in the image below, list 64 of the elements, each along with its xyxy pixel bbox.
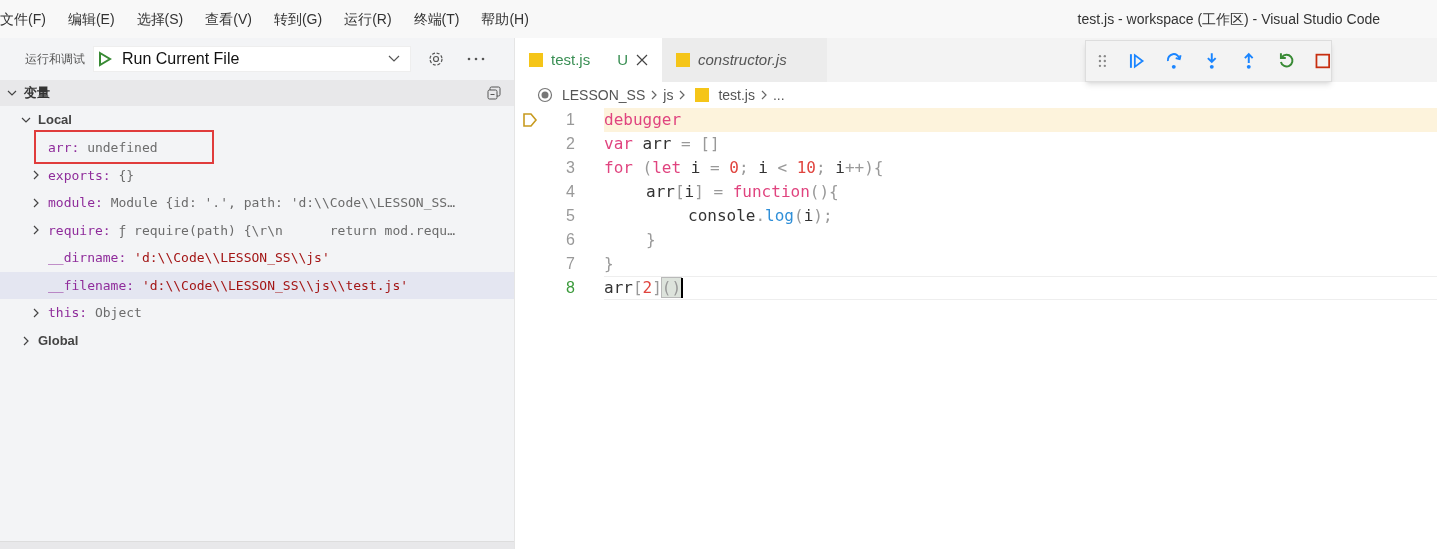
- line-number: 6: [565, 230, 575, 250]
- target-icon: [537, 87, 553, 103]
- line-number: 3: [565, 158, 575, 178]
- editor-tab[interactable]: test.js U: [515, 38, 662, 82]
- js-file-icon: [529, 53, 543, 67]
- code-line: console.log(i);: [688, 205, 833, 227]
- code-line: }: [646, 229, 656, 251]
- tab-label: test.js: [551, 49, 591, 70]
- menu-item[interactable]: 运行(R): [344, 8, 392, 30]
- breadcrumb-item[interactable]: test.js: [718, 84, 755, 106]
- code-line: arr[2](): [604, 277, 682, 299]
- line-number: 1: [565, 110, 575, 130]
- menu-item[interactable]: 帮助(H): [481, 8, 529, 30]
- chevron-right-icon: [759, 89, 768, 101]
- code-line: var arr = []: [604, 133, 720, 155]
- variable-entry[interactable]: arr: undefined: [48, 138, 158, 158]
- continue-icon[interactable]: [1127, 52, 1146, 70]
- window-title: test.js - workspace (工作区) - Visual Studio Code: [1077, 9, 1380, 29]
- section-header[interactable]: 变量: [0, 80, 514, 106]
- variable-entry[interactable]: __dirname: 'd:\\Code\\LESSON_SS\\js': [48, 248, 330, 268]
- variable-entry[interactable]: require: ƒ require(path) {\r\n return mod.requ…: [48, 220, 455, 240]
- menu-item[interactable]: 编辑(E): [67, 8, 115, 30]
- editor-tab[interactable]: constructor.js: [662, 38, 827, 82]
- variable-entry[interactable]: exports: {}: [48, 165, 135, 185]
- breadcrumb-item[interactable]: js: [663, 84, 674, 106]
- line-number: 5: [565, 206, 575, 226]
- js-file-icon: [676, 53, 690, 67]
- line-number: 2: [565, 134, 575, 154]
- chevron-right-icon: [650, 89, 659, 101]
- settings-icon[interactable]: [427, 50, 445, 68]
- play-icon[interactable]: [98, 51, 112, 67]
- panel-title: 运行和调试: [25, 51, 85, 68]
- scope-label[interactable]: Global: [38, 330, 79, 351]
- code-line: arr[i] = function(){: [646, 181, 839, 203]
- line-number: 8: [565, 278, 575, 298]
- drag-handle-icon[interactable]: [1098, 54, 1108, 68]
- tab-label: constructor.js: [698, 49, 787, 70]
- step-over-icon[interactable]: [1165, 52, 1183, 70]
- restart-icon[interactable]: [1277, 52, 1296, 70]
- chevron-down-icon: [388, 55, 400, 63]
- more-icon[interactable]: [467, 57, 485, 61]
- scope-label[interactable]: Local: [38, 110, 72, 130]
- git-status-label: U: [617, 49, 628, 70]
- stop-icon[interactable]: [1315, 53, 1331, 69]
- line-number: 7: [565, 254, 575, 274]
- menu-item[interactable]: 文件(F): [0, 8, 46, 30]
- code-line: debugger: [604, 109, 682, 131]
- code-line: }: [604, 253, 614, 275]
- variable-entry[interactable]: module: Module {id: '.', path: 'd:\\Code\\LESSON_SS…: [48, 193, 455, 213]
- breadcrumb-item[interactable]: ...: [772, 84, 785, 106]
- variable-entry[interactable]: this: Object: [48, 303, 142, 323]
- code-line: for (let i = 0; i < 10; i++){: [604, 157, 884, 179]
- close-icon[interactable]: [636, 54, 648, 66]
- collapse-all-icon[interactable]: [486, 85, 502, 101]
- text-cursor: [681, 278, 684, 298]
- chevron-right-icon: [678, 89, 687, 101]
- menu-item[interactable]: 终端(T): [413, 8, 460, 30]
- menu-item[interactable]: 选择(S): [136, 8, 184, 30]
- line-number: 4: [565, 182, 575, 202]
- menu-item[interactable]: 查看(V): [205, 8, 252, 30]
- js-file-icon: [695, 88, 710, 102]
- configuration-dropdown[interactable]: Run Current File: [93, 46, 411, 72]
- menu-item[interactable]: 转到(G): [273, 8, 323, 30]
- breadcrumb-item[interactable]: LESSON_SS: [562, 84, 646, 106]
